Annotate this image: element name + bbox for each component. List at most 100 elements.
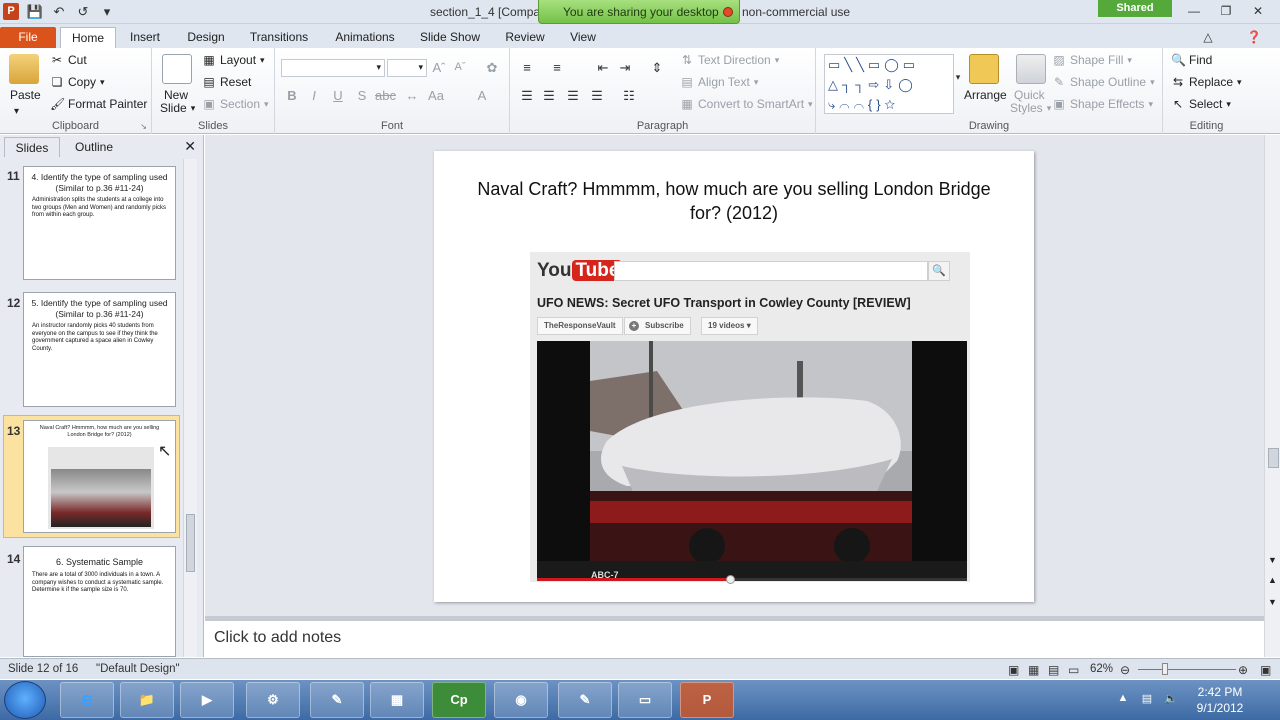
slide-sorter-icon[interactable]: ▦ [1028, 663, 1039, 677]
tab-design[interactable]: Design [180, 27, 232, 48]
tab-insert[interactable]: Insert [122, 27, 168, 48]
convert-smartart-button[interactable]: ▦ Convert to SmartArt ▾ [680, 97, 812, 111]
shrink-font-icon[interactable]: Aˇ [451, 61, 469, 73]
right-scrollbar-track[interactable]: ▼ ▲ ▼ [1264, 135, 1280, 657]
tab-transitions[interactable]: Transitions [246, 27, 312, 48]
font-color-icon[interactable]: A [473, 88, 491, 103]
stop-sharing-icon[interactable] [723, 7, 733, 17]
bullets-icon[interactable]: ≡ [518, 60, 536, 75]
tab-view[interactable]: View [562, 27, 604, 48]
columns-icon[interactable]: ☷ [620, 88, 638, 104]
new-slide-button[interactable]: New [164, 88, 188, 102]
character-spacing-icon[interactable]: ↔ [403, 88, 421, 103]
video-player[interactable]: ABC-7 [537, 341, 967, 581]
tab-home[interactable]: Home [60, 27, 116, 48]
quick-styles-button[interactable]: Quick [1014, 88, 1045, 102]
next-slide-icon[interactable]: ▼ [1268, 597, 1277, 607]
slide-title[interactable]: Naval Craft? Hmmmm, how much are you sel… [474, 177, 994, 225]
desktop-sharing-banner[interactable]: You are sharing your desktop [538, 0, 740, 24]
customize-qat-icon[interactable]: ▾ [98, 3, 116, 21]
slide-thumbnail-14[interactable]: 6. Systematic Sample There are a total o… [23, 546, 176, 657]
reading-view-icon[interactable]: ▤ [1048, 663, 1059, 677]
copy-button[interactable]: ❏ Copy ▾ [50, 75, 105, 89]
panel-scrollbar[interactable] [183, 159, 197, 657]
tab-file[interactable]: File [0, 27, 56, 48]
new-slide-dropdown[interactable]: Slide ▾ [160, 101, 195, 115]
theme-name[interactable]: "Default Design" [96, 663, 180, 675]
undo-icon[interactable]: ↶ [50, 3, 68, 21]
channel-chip[interactable]: TheResponseVault [537, 317, 623, 335]
close-icon[interactable]: ✕ [1244, 2, 1272, 20]
youtube-search-input[interactable] [614, 261, 928, 281]
cut-button[interactable]: ✂ Cut [50, 53, 87, 67]
zoom-slider[interactable] [1138, 669, 1236, 670]
redo-icon[interactable]: ↺ [74, 3, 92, 21]
line-spacing-icon[interactable]: ⇕ [648, 60, 666, 76]
paste-dropdown-icon[interactable]: ▾ [14, 106, 19, 117]
text-direction-button[interactable]: ⇅ Text Direction ▾ [680, 53, 779, 67]
captivate-icon[interactable]: Cp [432, 682, 486, 718]
tab-outline[interactable]: Outline [62, 137, 126, 157]
find-button[interactable]: 🔍 Find [1171, 53, 1212, 67]
powerpoint-taskbar-icon[interactable]: P [680, 682, 734, 718]
file-explorer-icon[interactable]: 📁 [120, 682, 174, 718]
normal-view-icon[interactable]: ▣ [1008, 663, 1019, 677]
fit-to-window-icon[interactable]: ▣ [1260, 663, 1271, 677]
zoom-out-icon[interactable]: ⊖ [1120, 663, 1130, 677]
media-player-icon[interactable]: ▶ [180, 682, 234, 718]
new-slide-icon[interactable] [162, 54, 192, 84]
select-button[interactable]: ↖ Select ▾ [1171, 97, 1231, 111]
start-button[interactable] [4, 681, 46, 719]
align-right-icon[interactable]: ☰ [564, 88, 582, 104]
clipboard-launcher-icon[interactable]: ↘ [140, 122, 147, 131]
minimize-ribbon-icon[interactable]: △ [1194, 28, 1222, 46]
quick-styles-dropdown[interactable]: Styles ▾ [1010, 101, 1051, 115]
shape-outline-button[interactable]: ✎ Shape Outline ▾ [1052, 75, 1155, 89]
bold-icon[interactable]: B [283, 88, 301, 103]
shapes-gallery[interactable]: ▭╲╲▭◯▭ △┐┐⇨⇩◯ ⤷⌒⌒{}☆ [824, 54, 954, 114]
zoom-level[interactable]: 62% [1090, 663, 1113, 675]
tab-animations[interactable]: Animations [330, 27, 400, 48]
replace-button[interactable]: ⇆ Replace ▾ [1171, 75, 1242, 89]
right-scroll-thumb[interactable] [1268, 448, 1279, 468]
network-icon[interactable]: ▤ [1140, 692, 1154, 706]
change-case-icon[interactable]: Aa [427, 88, 445, 103]
recorder-app-icon[interactable]: ◉ [494, 682, 548, 718]
slide-thumbnail-12[interactable]: 5. Identify the type of sampling used (S… [23, 292, 176, 407]
youtube-embed[interactable]: You Tube 🔍 UFO NEWS: Secret UFO Transport… [530, 252, 970, 584]
scroll-down-icon[interactable]: ▼ [1268, 555, 1277, 565]
paste-icon[interactable] [9, 54, 39, 84]
notes-pane[interactable]: Click to add notes [205, 620, 1264, 657]
video-progress-bar[interactable] [537, 575, 967, 584]
writing-app-icon[interactable]: ✎ [558, 682, 612, 718]
calculator-icon[interactable]: ▦ [370, 682, 424, 718]
video-scrubber-handle[interactable] [725, 575, 735, 584]
strikethrough-icon[interactable]: abc [375, 88, 396, 103]
decrease-indent-icon[interactable]: ⇤ [594, 60, 612, 76]
save-icon[interactable]: 💾 [26, 3, 44, 21]
clear-formatting-icon[interactable]: ✿ [483, 60, 501, 76]
help-icon[interactable]: ❓ [1240, 28, 1268, 46]
justify-icon[interactable]: ☰ [588, 88, 606, 104]
section-button[interactable]: ▣ Section ▾ [202, 97, 268, 111]
shape-effects-button[interactable]: ▣ Shape Effects ▾ [1052, 97, 1153, 111]
font-family-select[interactable]: ▾ [281, 59, 385, 77]
arrange-icon[interactable] [969, 54, 999, 84]
drawing-app-icon[interactable]: ✎ [310, 682, 364, 718]
previous-slide-icon[interactable]: ▲ [1268, 575, 1277, 585]
quick-styles-icon[interactable] [1016, 54, 1046, 84]
format-painter-button[interactable]: 🖌 Format Painter [50, 97, 147, 111]
tab-slide-show[interactable]: Slide Show [416, 27, 484, 48]
shadow-icon[interactable]: S [353, 88, 371, 103]
layout-button[interactable]: ▦ Layout ▾ [202, 53, 264, 67]
numbering-icon[interactable]: ≡ [548, 60, 566, 75]
system-clock[interactable]: 2:42 PM 9/1/2012 [1190, 684, 1250, 716]
notes-placeholder[interactable]: Click to add notes [214, 629, 341, 647]
powerpoint-app-icon[interactable]: P [3, 3, 19, 20]
internet-explorer-icon[interactable]: e [60, 682, 114, 718]
subscribe-button[interactable]: + Subscribe [624, 317, 691, 335]
slide-show-icon[interactable]: ▭ [1068, 663, 1079, 677]
align-center-icon[interactable]: ☰ [540, 88, 558, 104]
panel-close-icon[interactable]: ✕ [184, 138, 196, 155]
volume-icon[interactable]: 🔈 [1164, 692, 1178, 706]
